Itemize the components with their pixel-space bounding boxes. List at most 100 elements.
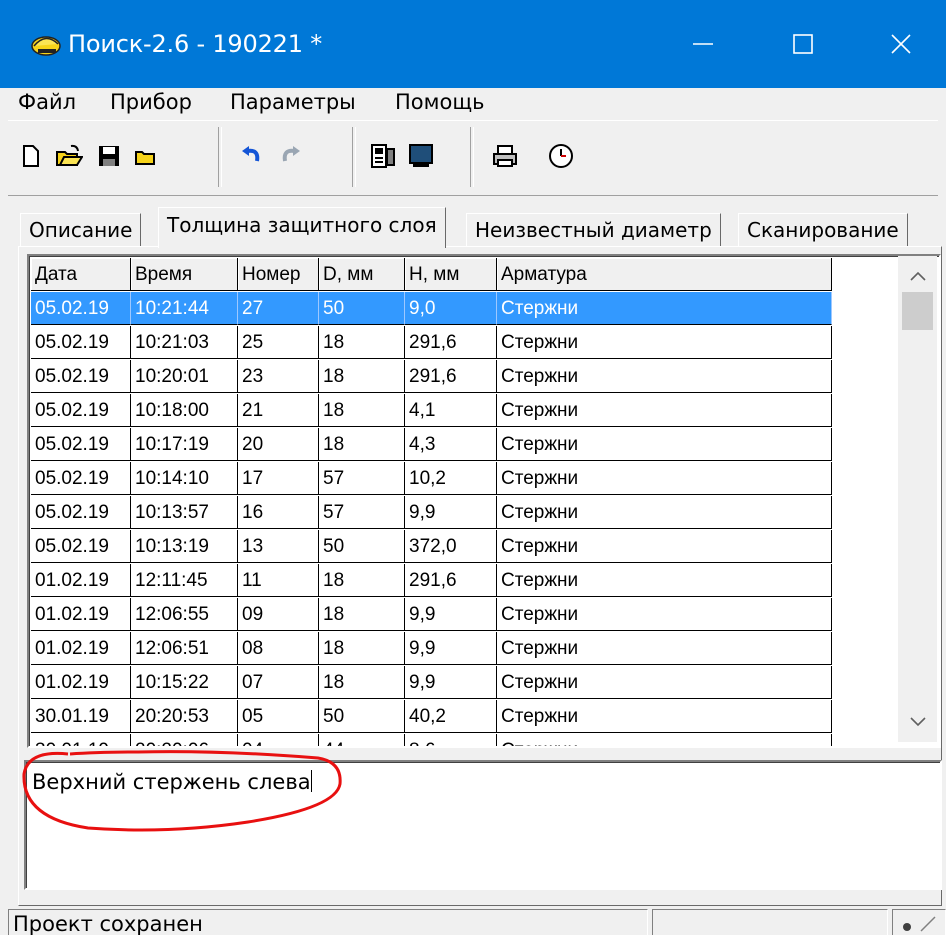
redo-button[interactable] [276, 141, 306, 171]
column-header[interactable]: Время [131, 258, 238, 291]
table-cell: 18 [319, 666, 405, 699]
scroll-thumb[interactable] [902, 292, 933, 330]
description-memo[interactable]: Верхний стержень слева [24, 760, 942, 890]
table-cell: 18 [319, 428, 405, 461]
title-bar[interactable]: Поиск-2.6 - 190221 * [0, 0, 946, 88]
table-row[interactable]: 01.02.19 12:11:45 11 18 291,6 Стержни [31, 564, 832, 598]
table-row[interactable]: 05.02.19 10:21:03 25 18 291,6 Стержни [31, 326, 832, 360]
table-cell: 12:11:45 [131, 564, 238, 597]
table-cell: 9,9 [405, 666, 497, 699]
chevron-down-icon [909, 717, 926, 727]
maximize-button[interactable] [760, 0, 846, 88]
table-cell: 05.02.19 [31, 462, 131, 495]
tab-scanning[interactable]: Сканирование [738, 213, 908, 246]
open-button[interactable] [54, 141, 84, 171]
tab-unknown-diameter[interactable]: Неизвестный диаметр [466, 213, 721, 246]
table-cell: 12:06:55 [131, 598, 238, 631]
menu-device[interactable]: Прибор [110, 88, 192, 116]
save-button[interactable] [94, 141, 124, 171]
table-row[interactable]: 05.02.19 10:14:10 17 57 10,2 Стержни [31, 462, 832, 496]
vertical-scrollbar[interactable] [898, 256, 937, 742]
table-cell: 13 [238, 530, 319, 563]
table-row[interactable]: 05.02.19 10:17:19 20 18 4,3 Стержни [31, 428, 832, 462]
table-cell: 10:15:22 [131, 666, 238, 699]
table-cell: 291,6 [405, 564, 497, 597]
table-cell: 4,3 [405, 428, 497, 461]
table-row[interactable]: 30.01.19 20:20:53 05 50 40,2 Стержни [31, 700, 832, 734]
scroll-down-button[interactable] [898, 702, 937, 742]
open-folder-icon [56, 144, 83, 166]
minimize-icon [693, 43, 713, 45]
table-cell: 291,6 [405, 326, 497, 359]
helmet-icon [31, 36, 61, 56]
menu-help[interactable]: Помощь [395, 88, 485, 116]
minimize-button[interactable] [660, 0, 746, 88]
tab-cover-thickness[interactable]: Толщина защитного слоя [158, 207, 446, 248]
table-cell: Стержни [497, 598, 832, 631]
table-cell: Стержни [497, 462, 832, 495]
table-cell: 20:20:53 [131, 700, 238, 733]
measurements-grid[interactable]: Дата Время Номер D, мм H, мм Арматура 05.02.19… [27, 254, 941, 748]
table-cell: 10:21:44 [131, 292, 238, 325]
table-cell: Стержни [497, 530, 832, 563]
column-header[interactable]: D, мм [319, 258, 405, 291]
toolbar-separator [470, 127, 474, 187]
table-cell: Стержни [497, 700, 832, 733]
table-row[interactable]: 05.02.19 10:13:57 16 57 9,9 Стержни [31, 496, 832, 530]
print-button[interactable] [490, 141, 520, 171]
table-row[interactable]: 01.02.19 12:06:55 09 18 9,9 Стержни [31, 598, 832, 632]
tab-description[interactable]: Описание [20, 213, 142, 246]
table-row[interactable]: 30.01.1920:20:0604448,6Стержни [31, 734, 832, 746]
status-indicator [892, 909, 946, 935]
table-cell: Стержни [497, 326, 832, 359]
table-row[interactable]: 05.02.19 10:18:00 21 18 4,1 Стержни [31, 394, 832, 428]
scroll-up-button[interactable] [898, 256, 937, 296]
table-cell: 04 [238, 734, 319, 746]
table-cell: 17 [238, 462, 319, 495]
device-icon [371, 144, 395, 168]
table-cell: 18 [319, 598, 405, 631]
table-cell: 01.02.19 [31, 632, 131, 665]
new-file-button[interactable] [16, 141, 46, 171]
table-cell: 30.01.19 [31, 734, 131, 746]
column-header[interactable]: Арматура [497, 258, 832, 291]
table-cell: 12:06:51 [131, 632, 238, 665]
table-cell: 01.02.19 [31, 564, 131, 597]
table-row[interactable]: 01.02.19 10:15:22 07 18 9,9 Стержни [31, 666, 832, 700]
monitor-button[interactable] [406, 141, 436, 171]
table-row[interactable]: 05.02.19 10:21:44 27 50 9,0 Стержни [31, 292, 832, 326]
toolbar [8, 120, 938, 196]
memo-text[interactable]: Верхний стержень слева [32, 768, 312, 796]
close-button[interactable] [858, 0, 944, 88]
table-cell: Стержни [497, 632, 832, 665]
table-cell: 50 [319, 700, 405, 733]
undo-button[interactable] [236, 141, 266, 171]
table-cell: 4,1 [405, 394, 497, 427]
table-cell: 10:13:19 [131, 530, 238, 563]
column-header[interactable]: H, мм [405, 258, 497, 291]
table-cell: 18 [319, 564, 405, 597]
table-row[interactable]: 05.02.19 10:13:19 13 50 372,0 Стержни [31, 530, 832, 564]
table-row[interactable]: 05.02.19 10:20:01 23 18 291,6 Стержни [31, 360, 832, 394]
table-cell: Стержни [497, 360, 832, 393]
table-cell: 291,6 [405, 360, 497, 393]
column-header[interactable]: Дата [31, 258, 131, 291]
menu-file[interactable]: Файл [18, 88, 76, 116]
table-row[interactable]: 01.02.19 12:06:51 08 18 9,9 Стержни [31, 632, 832, 666]
column-header[interactable]: Номер [238, 258, 319, 291]
table-cell: 18 [319, 360, 405, 393]
menu-parameters[interactable]: Параметры [230, 88, 356, 116]
folder-button[interactable] [130, 141, 160, 171]
status-message: Проект сохранен [8, 909, 648, 935]
table-cell: 01.02.19 [31, 598, 131, 631]
print-icon [493, 145, 517, 167]
table-cell: 05.02.19 [31, 428, 131, 461]
device-button[interactable] [368, 141, 398, 171]
clock-button[interactable] [546, 141, 576, 171]
table-cell: 05.02.19 [31, 530, 131, 563]
table-cell: 9,0 [405, 292, 497, 325]
window-title: Поиск-2.6 - 190221 * [68, 30, 323, 58]
table-cell: 57 [319, 496, 405, 529]
table-cell: 05 [238, 700, 319, 733]
status-bar: Проект сохранен [0, 906, 946, 935]
